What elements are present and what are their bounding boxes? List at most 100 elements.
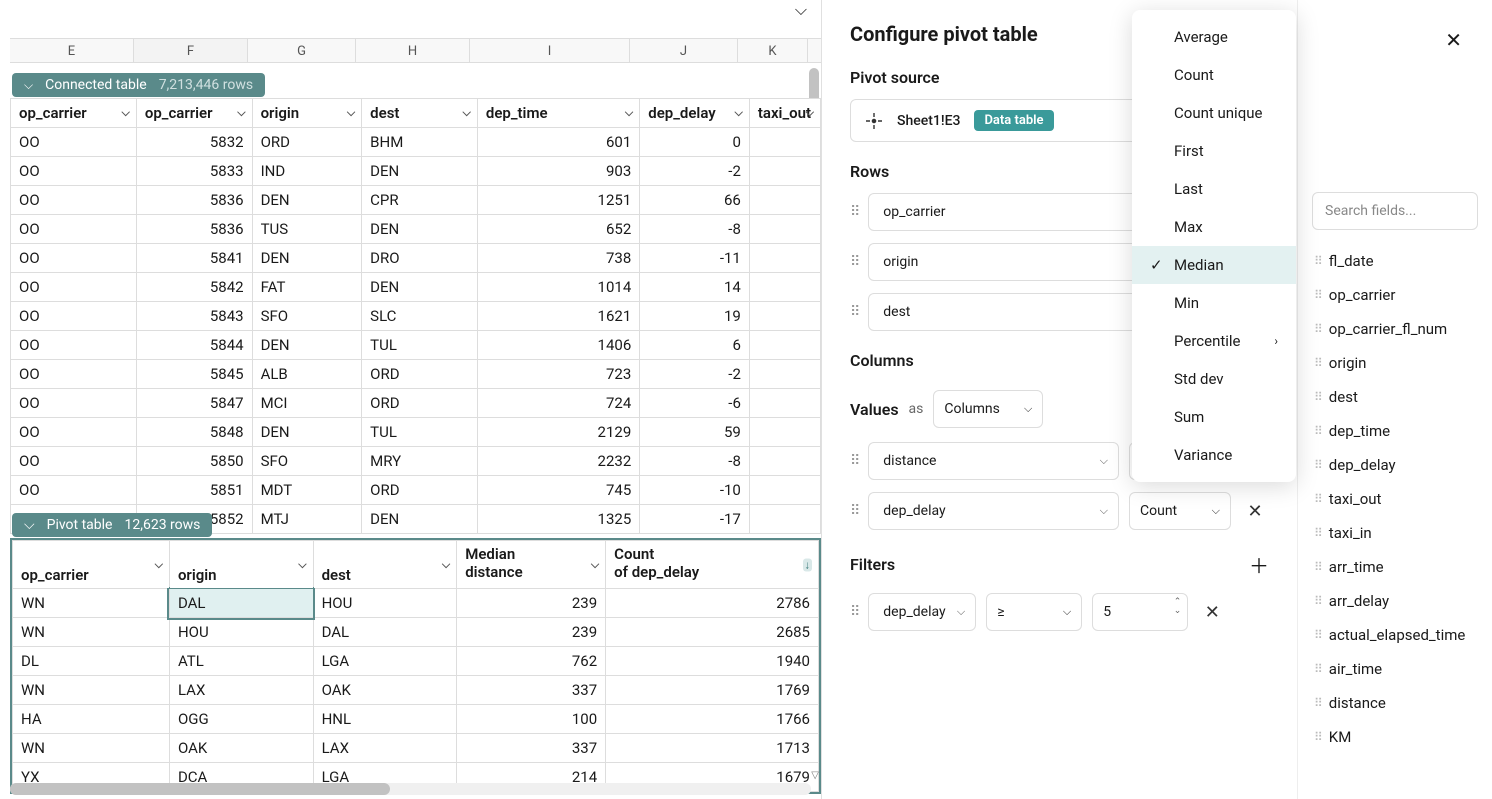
cell[interactable]: OAK [313, 676, 457, 705]
collapse-caret-icon[interactable]: ⌵ [791, 0, 811, 23]
chevron-down-icon[interactable]: ⌵ [155, 558, 163, 572]
cell[interactable]: DEN [252, 418, 362, 447]
field-list-item[interactable]: ⠿air_time [1312, 652, 1478, 686]
cell[interactable]: ALB [252, 360, 362, 389]
cell[interactable] [749, 418, 820, 447]
agg-menu-item[interactable]: Count unique [1132, 94, 1296, 132]
table-row[interactable]: OO5845ALBORD723-2 [11, 360, 821, 389]
cell[interactable]: HA [13, 705, 170, 734]
cell[interactable]: OO [11, 128, 137, 157]
cell[interactable]: 723 [477, 360, 639, 389]
cell[interactable] [749, 244, 820, 273]
filter-value-input[interactable]: 5 ⌃⌄ [1092, 593, 1188, 631]
chevron-down-icon[interactable]: ⌵ [625, 106, 633, 120]
table-row[interactable]: WNOAKLAX3371713 [13, 734, 819, 763]
cell[interactable]: 1713 [606, 734, 819, 763]
cell[interactable]: HOU [313, 589, 457, 618]
column-header[interactable]: dest⌵ [313, 541, 457, 589]
cell[interactable]: 1406 [477, 331, 639, 360]
cell[interactable]: OAK [169, 734, 313, 763]
cell[interactable]: 5843 [136, 302, 252, 331]
cell[interactable] [749, 302, 820, 331]
cell[interactable]: BHM [362, 128, 478, 157]
cell[interactable]: 337 [457, 676, 606, 705]
cell[interactable]: 762 [457, 647, 606, 676]
cell[interactable]: 738 [477, 244, 639, 273]
cell[interactable]: DEN [252, 186, 362, 215]
cell[interactable]: 5841 [136, 244, 252, 273]
agg-menu-item[interactable]: Last [1132, 170, 1296, 208]
cell[interactable]: DEN [362, 273, 478, 302]
cell[interactable]: 5851 [136, 476, 252, 505]
table-row[interactable]: OO5832ORDBHM6010 [11, 128, 821, 157]
close-panel-button[interactable]: ✕ [1445, 28, 1462, 52]
cell[interactable]: -2 [640, 157, 750, 186]
cell[interactable]: HOU [169, 618, 313, 647]
cell[interactable]: OO [11, 215, 137, 244]
cell[interactable]: WN [13, 734, 170, 763]
cell[interactable]: 66 [640, 186, 750, 215]
cell[interactable]: 724 [477, 389, 639, 418]
column-header[interactable]: dest⌵ [362, 99, 478, 128]
stepper-icon[interactable]: ⌃⌄ [1174, 598, 1182, 616]
cell[interactable]: 1251 [477, 186, 639, 215]
cell[interactable]: OO [11, 157, 137, 186]
scroll-down-icon[interactable]: ▽ [811, 770, 819, 781]
drag-handle-icon[interactable]: ⠿ [850, 453, 858, 469]
cell[interactable] [749, 186, 820, 215]
cell[interactable]: DEN [362, 505, 478, 534]
cell[interactable] [749, 331, 820, 360]
cell[interactable]: 239 [457, 589, 606, 618]
table-row[interactable]: OO5841DENDRO738-11 [11, 244, 821, 273]
cell[interactable]: 5845 [136, 360, 252, 389]
cell[interactable]: CPR [362, 186, 478, 215]
cell[interactable]: -2 [640, 360, 750, 389]
cell[interactable]: 5847 [136, 389, 252, 418]
table-row[interactable]: OO5842FATDEN101414 [11, 273, 821, 302]
cell[interactable] [749, 273, 820, 302]
cell[interactable]: ORD [252, 128, 362, 157]
cell[interactable]: IND [252, 157, 362, 186]
cell[interactable]: -10 [640, 476, 750, 505]
cell[interactable]: DEN [362, 215, 478, 244]
cell[interactable]: 5836 [136, 186, 252, 215]
field-list-item[interactable]: ⠿taxi_out [1312, 482, 1478, 516]
drag-handle-icon[interactable]: ⠿ [850, 204, 858, 220]
table-row[interactable]: OO5848DENTUL212959 [11, 418, 821, 447]
drag-handle-icon[interactable]: ⠿ [850, 503, 858, 519]
cell[interactable]: OO [11, 302, 137, 331]
cell[interactable]: 5844 [136, 331, 252, 360]
chevron-down-icon[interactable]: ⌵ [735, 106, 743, 120]
connected-table-badge[interactable]: ⌵ Connected table 7,213,446 rows [12, 73, 265, 97]
filter-field-select[interactable]: dep_delay ⌵ [868, 593, 976, 631]
cell[interactable]: 2786 [606, 589, 819, 618]
cell[interactable]: -11 [640, 244, 750, 273]
column-header[interactable]: dep_delay⌵ [640, 99, 750, 128]
table-row[interactable]: OO5833INDDEN903-2 [11, 157, 821, 186]
search-fields-input[interactable]: Search fields... [1312, 192, 1478, 230]
cell[interactable] [749, 128, 820, 157]
cell[interactable]: 5850 [136, 447, 252, 476]
cell[interactable]: 19 [640, 302, 750, 331]
chevron-down-icon[interactable]: ⌵ [122, 106, 130, 120]
cell[interactable]: LAX [313, 734, 457, 763]
filter-op-select[interactable]: ≥ ⌵ [986, 593, 1082, 631]
cell[interactable]: OO [11, 273, 137, 302]
cell[interactable]: 14 [640, 273, 750, 302]
field-list-item[interactable]: ⠿fl_date [1312, 244, 1478, 278]
cell[interactable]: 1940 [606, 647, 819, 676]
cell[interactable]: 6 [640, 331, 750, 360]
cell[interactable] [749, 476, 820, 505]
agg-menu-item[interactable]: Variance [1132, 436, 1296, 474]
cell[interactable]: OGG [169, 705, 313, 734]
cell[interactable]: SLC [362, 302, 478, 331]
cell[interactable]: TUL [362, 331, 478, 360]
cell[interactable]: TUL [362, 418, 478, 447]
cell[interactable]: HNL [313, 705, 457, 734]
table-row[interactable]: OO5836DENCPR125166 [11, 186, 821, 215]
cell[interactable]: MRY [362, 447, 478, 476]
chevron-down-icon[interactable]: ⌵ [591, 558, 599, 572]
cell[interactable]: ORD [362, 389, 478, 418]
drag-handle-icon[interactable]: ⠿ [850, 254, 858, 270]
cell[interactable]: 1014 [477, 273, 639, 302]
